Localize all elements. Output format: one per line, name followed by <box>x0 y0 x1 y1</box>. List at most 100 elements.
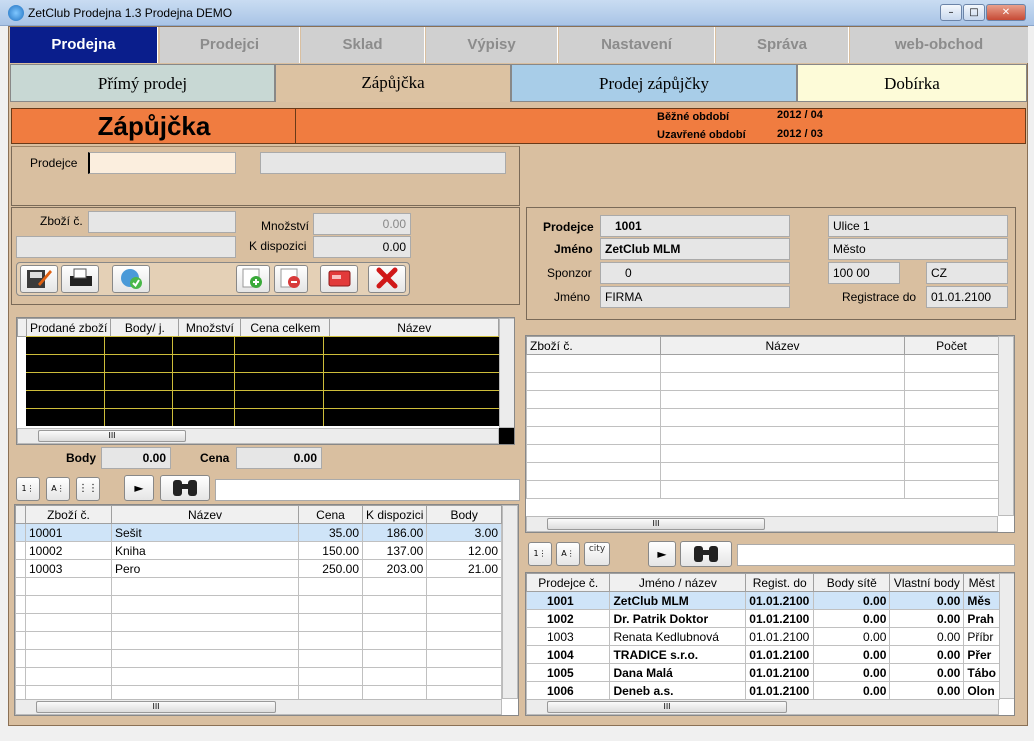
col-city[interactable]: Měst <box>963 573 1000 592</box>
members-vertical-scrollbar[interactable] <box>999 573 1014 699</box>
minimize-icon[interactable]: – <box>940 4 962 21</box>
table-row[interactable] <box>526 408 999 427</box>
table-row[interactable] <box>15 595 502 614</box>
sold-horizontal-scrollbar[interactable]: III <box>17 428 499 444</box>
stock-grid[interactable]: Zboží č. Název Cena K dispozici Body 100… <box>14 504 519 716</box>
table-row[interactable]: 10002 Kniha 150.00 137.00 12.00 <box>15 541 502 560</box>
print-button[interactable] <box>61 265 99 293</box>
maximize-icon[interactable]: □ <box>963 4 985 21</box>
table-row[interactable] <box>526 372 999 391</box>
scroll-thumb[interactable]: III <box>38 430 186 442</box>
cell: 137.00 <box>361 541 428 560</box>
loan-horizontal-scrollbar[interactable]: III <box>526 516 998 532</box>
col-network-points[interactable]: Body sítě <box>813 573 891 592</box>
table-row[interactable]: 1006 Deneb a.s. 01.01.2100 0.00 0.00 Olon <box>526 681 1000 700</box>
col-item-name[interactable]: Název <box>111 505 299 524</box>
sold-items-grid[interactable]: Prodané zboží Body/ j. Množství Cena cel… <box>16 317 515 445</box>
add-item-button[interactable] <box>236 265 270 293</box>
table-row[interactable] <box>15 631 502 650</box>
tab-sklad[interactable]: Sklad <box>301 27 425 63</box>
tab-vypisy[interactable]: Výpisy <box>426 27 558 63</box>
go-button[interactable]: ► <box>124 475 154 501</box>
col-reg-until[interactable]: Regist. do <box>745 573 815 592</box>
col-price[interactable]: Cena <box>298 505 363 524</box>
member-sort-city-button[interactable]: city <box>584 542 610 566</box>
scroll-thumb[interactable]: III <box>36 701 276 713</box>
save-to-disk-button[interactable] <box>20 265 58 293</box>
loan-vertical-scrollbar[interactable] <box>998 336 1014 516</box>
subtab-zapujcka[interactable]: Zápůjčka <box>275 64 511 102</box>
col-own-points[interactable]: Vlastní body <box>889 573 965 592</box>
scroll-thumb[interactable]: III <box>547 701 787 713</box>
search-button[interactable] <box>160 475 210 501</box>
sort-by-number-button[interactable]: 1⋮ <box>16 477 40 501</box>
quantity-input[interactable]: 0.00 <box>313 213 411 235</box>
tab-prodejna[interactable]: Prodejna <box>10 27 158 63</box>
col-member-number[interactable]: Prodejce č. <box>526 573 611 592</box>
col-sold-item[interactable]: Prodané zboží <box>25 318 112 337</box>
sort-by-name-button[interactable]: A⋮ <box>46 477 70 501</box>
table-row[interactable]: 10003 Pero 250.00 203.00 21.00 <box>15 559 502 578</box>
member-sort-number-button[interactable]: 1⋮ <box>528 542 552 566</box>
cell: 21.00 <box>426 559 502 578</box>
tab-web-obchod[interactable]: web-obchod <box>850 27 1028 63</box>
item-number-input[interactable] <box>88 211 236 233</box>
close-icon[interactable]: ✕ <box>986 4 1026 21</box>
table-row[interactable]: 1005 Dana Malá 01.01.2100 0.00 0.00 Tábo <box>526 663 1000 682</box>
table-row[interactable]: 1001 ZetClub MLM 01.01.2100 0.00 0.00 Měs <box>526 591 1000 610</box>
scroll-thumb[interactable]: III <box>547 518 765 530</box>
members-grid[interactable]: Prodejce č. Jméno / název Regist. do Bod… <box>525 572 1015 716</box>
col-name[interactable]: Název <box>329 318 499 337</box>
tab-prodejci[interactable]: Prodejci <box>160 27 300 63</box>
table-row[interactable] <box>15 649 502 668</box>
loan-items-grid[interactable]: Zboží č. Název Počet III <box>525 335 1015 533</box>
sold-vertical-scrollbar[interactable] <box>499 318 514 428</box>
table-row[interactable]: 10001 Sešit 35.00 186.00 3.00 <box>15 523 502 542</box>
member-sort-name-button[interactable]: A⋮ <box>556 542 580 566</box>
tab-sprava[interactable]: Správa <box>716 27 849 63</box>
cell: 1005 <box>526 663 611 682</box>
refresh-button[interactable] <box>112 265 150 293</box>
col-points-per-unit[interactable]: Body/ j. <box>110 318 180 337</box>
member-search-button[interactable] <box>680 541 732 567</box>
col-member-name[interactable]: Jméno / název <box>609 573 747 592</box>
stock-horizontal-scrollbar[interactable]: III <box>15 699 502 715</box>
table-row[interactable]: 1003 Renata Kedlubnová 01.01.2100 0.00 0.00 P… <box>526 627 1000 646</box>
table-row[interactable]: 1002 Dr. Patrik Doktor 01.01.2100 0.00 0.00 P… <box>526 609 1000 628</box>
tab-nastaveni[interactable]: Nastavení <box>559 27 715 63</box>
col-available[interactable]: K dispozici <box>361 505 428 524</box>
cancel-button[interactable] <box>368 265 406 293</box>
stock-vertical-scrollbar[interactable] <box>502 505 518 699</box>
seller-input[interactable] <box>88 152 236 174</box>
col-loan-count[interactable]: Počet <box>904 336 999 355</box>
remove-icon <box>280 268 300 288</box>
member-go-button[interactable]: ► <box>648 541 676 567</box>
sort-list-button[interactable]: ⋮⋮ <box>76 477 100 501</box>
col-points[interactable]: Body <box>426 505 502 524</box>
members-horizontal-scrollbar[interactable]: III <box>526 699 999 715</box>
table-row[interactable] <box>526 444 999 463</box>
cell: 0.00 <box>889 663 965 682</box>
col-quantity[interactable]: Množství <box>178 318 242 337</box>
col-loan-item-name[interactable]: Název <box>660 336 905 355</box>
card-button[interactable] <box>320 265 358 293</box>
cell: Renata Kedlubnová <box>609 627 747 646</box>
stock-search-input[interactable] <box>215 479 520 501</box>
col-total-price[interactable]: Cena celkem <box>240 318 331 337</box>
subtab-primy-prodej[interactable]: Přímý prodej <box>10 64 275 102</box>
table-row[interactable] <box>526 462 999 481</box>
table-row[interactable] <box>15 577 502 596</box>
table-row[interactable] <box>15 667 502 686</box>
table-row[interactable] <box>15 613 502 632</box>
remove-item-button[interactable] <box>274 265 308 293</box>
member-search-input[interactable] <box>737 544 1015 566</box>
table-row[interactable] <box>526 426 999 445</box>
col-item-number[interactable]: Zboží č. <box>25 505 112 524</box>
table-row[interactable] <box>526 480 999 499</box>
table-row[interactable]: 1004 TRADICE s.r.o. 01.01.2100 0.00 0.00 Přer <box>526 645 1000 664</box>
table-row[interactable] <box>526 354 999 373</box>
subtab-prodej-zapujcky[interactable]: Prodej zápůjčky <box>511 64 797 102</box>
subtab-dobirka[interactable]: Dobírka <box>797 64 1027 102</box>
table-row[interactable] <box>526 390 999 409</box>
col-loan-item-number[interactable]: Zboží č. <box>526 336 661 355</box>
